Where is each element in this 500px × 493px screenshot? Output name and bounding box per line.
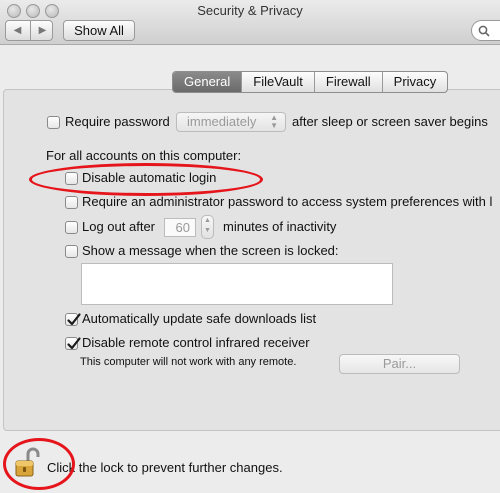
tab-privacy[interactable]: Privacy (381, 72, 448, 92)
logout-after-label: Log out after (82, 219, 155, 234)
checkmark-icon (67, 313, 81, 326)
logout-after-checkbox[interactable] (65, 221, 78, 234)
annotation-circle-auto-login (29, 163, 263, 196)
show-message-checkbox[interactable] (65, 245, 78, 258)
tab-general[interactable]: General (173, 72, 242, 92)
disable-ir-checkbox[interactable] (65, 337, 81, 350)
tab-firewall[interactable]: Firewall (313, 72, 382, 92)
ir-note: This computer will not work with any rem… (80, 356, 297, 368)
security-privacy-window: Security & Privacy ◀ ▶ Show All General … (0, 0, 500, 493)
after-sleep-label: after sleep or screen saver begins (292, 114, 488, 129)
auto-update-checkbox[interactable] (65, 313, 81, 326)
disable-ir-label: Disable remote control infrared receiver (82, 335, 310, 350)
require-password-checkbox[interactable] (47, 116, 60, 129)
chevron-left-icon: ◀ (13, 25, 22, 36)
password-delay-popup[interactable]: immediately ▲ ▼ (176, 112, 286, 132)
tab-bar: General FileVault Firewall Privacy (172, 71, 449, 93)
forward-button[interactable]: ▶ (30, 21, 54, 40)
logout-minutes-field[interactable]: 60 (164, 218, 196, 237)
lock-message-textarea[interactable] (81, 263, 393, 305)
checkmark-icon (67, 337, 81, 350)
all-accounts-heading: For all accounts on this computer: (46, 148, 242, 163)
general-pane (3, 89, 500, 431)
back-forward-buttons: ◀ ▶ (5, 20, 53, 41)
tab-filevault[interactable]: FileVault (241, 72, 314, 92)
auto-update-label: Automatically update safe downloads list (82, 311, 317, 326)
require-admin-checkbox[interactable] (65, 196, 78, 209)
logout-minutes-stepper[interactable]: ▲ ▼ (201, 215, 214, 239)
lock-text: Click the lock to prevent further change… (47, 460, 283, 475)
minutes-inactivity-label: minutes of inactivity (223, 219, 337, 234)
pair-button[interactable]: Pair... (339, 354, 460, 374)
require-admin-label: Require an administrator password to acc… (82, 194, 493, 209)
search-field[interactable] (471, 20, 500, 41)
window-title: Security & Privacy (197, 3, 303, 18)
require-password-label: Require password (65, 114, 170, 129)
search-icon (478, 25, 490, 37)
chevron-right-icon: ▶ (38, 25, 47, 36)
annotation-circle-lock (3, 438, 75, 490)
password-delay-value: immediately (187, 114, 257, 129)
show-message-label: Show a message when the screen is locked… (82, 243, 339, 258)
title-bar: Security & Privacy ◀ ▶ Show All (0, 0, 500, 45)
popup-arrows-icon: ▲ ▼ (270, 113, 278, 130)
show-all-button[interactable]: Show All (63, 20, 135, 41)
back-button[interactable]: ◀ (6, 21, 29, 40)
